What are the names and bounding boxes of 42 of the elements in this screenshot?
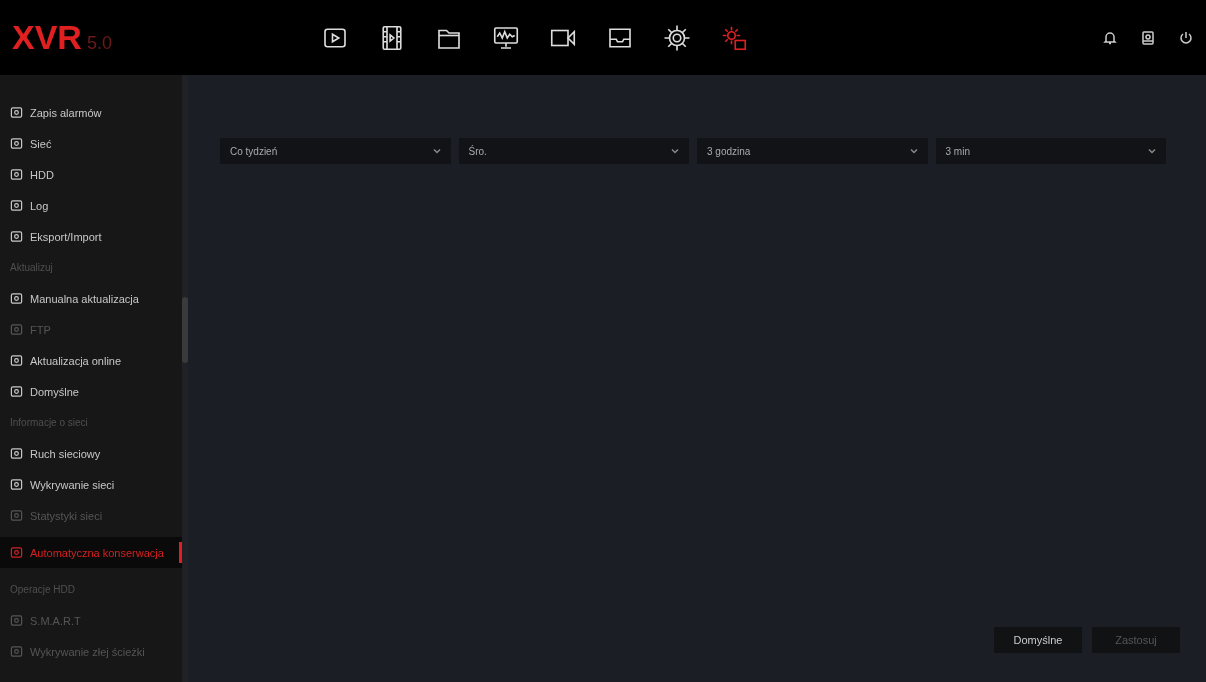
- square-icon: [10, 199, 23, 212]
- chevron-down-icon: [432, 147, 441, 155]
- chevron-down-icon: [909, 147, 918, 155]
- square-icon: [10, 323, 23, 336]
- square-icon: [10, 168, 23, 181]
- sidebar-item[interactable]: Manualna aktualizacja: [0, 283, 182, 314]
- sidebar-item[interactable]: HDD: [0, 159, 182, 190]
- square-icon: [10, 354, 23, 367]
- sidebar-item[interactable]: Ruch sieciowy: [0, 438, 182, 469]
- square-icon: [10, 106, 23, 119]
- sidebar-item[interactable]: Zapis alarmów: [0, 97, 182, 128]
- logo-text: XVR: [12, 18, 82, 57]
- square-icon: [10, 614, 23, 627]
- default-button[interactable]: Domyślne: [994, 627, 1082, 653]
- scrollbar-thumb[interactable]: [182, 297, 188, 363]
- sidebar-item[interactable]: Aktualizacja online: [0, 345, 182, 376]
- hdd-icon[interactable]: [1140, 29, 1156, 46]
- dropdown[interactable]: Śro.: [458, 138, 689, 164]
- square-icon: [10, 292, 23, 305]
- dropdown[interactable]: 3 godzina: [697, 138, 928, 164]
- dropdown[interactable]: 3 min: [935, 138, 1166, 164]
- square-icon: [10, 137, 23, 150]
- section-header: Aktualizuj: [9, 261, 54, 275]
- square-icon: [10, 230, 23, 243]
- dropdown[interactable]: Co tydzień: [220, 138, 451, 164]
- square-icon: [10, 645, 23, 658]
- square-icon: [10, 385, 23, 398]
- bell-icon[interactable]: [1102, 29, 1118, 46]
- sidebar-item[interactable]: Log: [0, 190, 182, 221]
- chevron-down-icon: [1148, 147, 1156, 155]
- square-icon: [10, 509, 23, 522]
- sidebar-item[interactable]: Wykrywanie sieci: [0, 469, 182, 500]
- square-icon: [10, 546, 23, 559]
- square-icon: [10, 478, 23, 491]
- sidebar-item[interactable]: Domyślne: [0, 376, 182, 407]
- sidebar-item[interactable]: Eksport/Import: [0, 221, 182, 252]
- power-icon[interactable]: [1178, 29, 1194, 46]
- square-icon: [10, 447, 23, 460]
- sidebar-item[interactable]: Automatyczna konserwacja: [0, 537, 182, 568]
- chevron-down-icon: [671, 147, 679, 155]
- sidebar-item[interactable]: Sieć: [0, 128, 182, 159]
- version-text: 5.0: [86, 33, 112, 54]
